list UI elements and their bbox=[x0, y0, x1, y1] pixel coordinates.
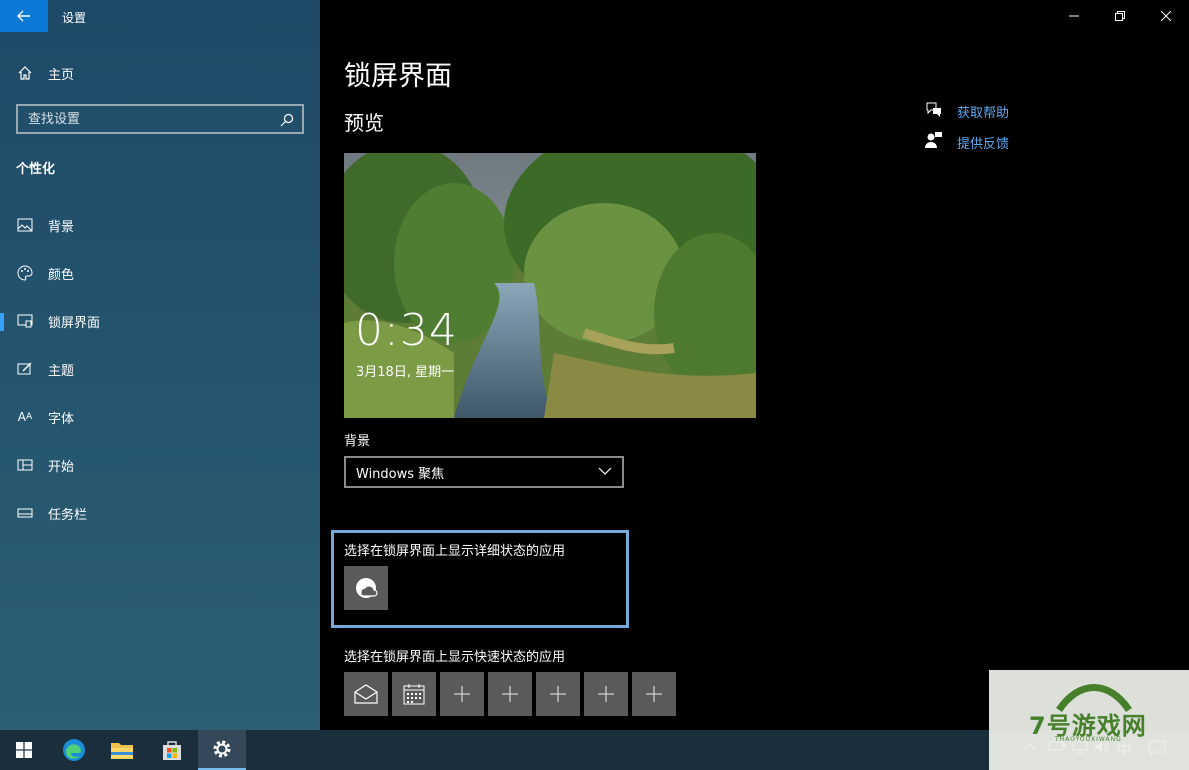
sidebar-item-background[interactable]: 背景 bbox=[0, 207, 320, 243]
app-title: 设置 bbox=[62, 11, 87, 25]
page-title: 锁屏界面 bbox=[344, 61, 452, 92]
calendar-icon bbox=[403, 684, 425, 705]
sidebar-item-themes[interactable]: 主题 bbox=[0, 351, 320, 387]
sidebar: 设置 主页 个性化 背景 颜色 锁屏界面 bbox=[0, 0, 320, 730]
watermark-subtext: THAOYOUXIWANG bbox=[1055, 736, 1122, 743]
close-button[interactable] bbox=[1143, 0, 1189, 32]
selection-indicator bbox=[0, 313, 4, 331]
windows-start-icon bbox=[16, 742, 32, 758]
preview-clock: 0:34 bbox=[355, 305, 458, 356]
minimize-button[interactable] bbox=[1051, 0, 1097, 32]
get-help-link[interactable]: 获取帮助 bbox=[926, 102, 1010, 121]
quick-status-add-button[interactable] bbox=[584, 672, 628, 716]
theme-icon bbox=[16, 360, 34, 378]
detailed-status-app-button[interactable] bbox=[344, 566, 388, 610]
home-icon bbox=[16, 64, 34, 82]
settings-taskbar-button[interactable] bbox=[198, 730, 246, 770]
sidebar-item-label: 背景 bbox=[48, 219, 75, 235]
preview-heading: 预览 bbox=[344, 111, 384, 135]
background-dropdown[interactable]: Windows 聚焦 bbox=[344, 456, 624, 488]
plus-icon bbox=[502, 686, 518, 702]
sidebar-item-start[interactable]: 开始 bbox=[0, 447, 320, 483]
file-explorer-icon bbox=[111, 743, 133, 759]
plus-icon bbox=[646, 686, 662, 702]
quick-status-calendar-button[interactable] bbox=[392, 672, 436, 716]
back-button[interactable] bbox=[0, 0, 48, 32]
sidebar-item-label: 颜色 bbox=[48, 267, 75, 283]
sidebar-item-label: 锁屏界面 bbox=[48, 315, 101, 331]
sidebar-item-colors[interactable]: 颜色 bbox=[0, 255, 320, 291]
sidebar-item-label: 字体 bbox=[48, 411, 75, 427]
restore-button[interactable] bbox=[1097, 0, 1143, 32]
nav-home[interactable]: 主页 bbox=[0, 60, 320, 86]
feedback-label: 提供反馈 bbox=[957, 137, 1010, 152]
start-button[interactable] bbox=[0, 730, 48, 770]
background-label: 背景 bbox=[344, 434, 371, 449]
settings-icon bbox=[213, 740, 231, 758]
nav-home-label: 主页 bbox=[48, 67, 75, 83]
feedback-icon bbox=[925, 131, 943, 153]
sidebar-item-lock-screen[interactable]: 锁屏界面 bbox=[0, 303, 320, 339]
plus-icon bbox=[550, 686, 566, 702]
quick-status-add-button[interactable] bbox=[440, 672, 484, 716]
taskbar-icon bbox=[16, 504, 34, 522]
search-box[interactable] bbox=[16, 104, 304, 134]
file-explorer-taskbar-button[interactable] bbox=[98, 730, 146, 770]
weather-icon bbox=[356, 578, 378, 598]
lock-screen-preview: 0:34 3月18日, 星期一 bbox=[344, 153, 756, 418]
arrow-left-icon bbox=[17, 10, 30, 22]
mail-icon bbox=[354, 684, 378, 704]
site-watermark: 7号游戏网 THAOYOUXIWANG bbox=[989, 670, 1189, 770]
sidebar-item-label: 主题 bbox=[48, 363, 75, 379]
minimize-icon bbox=[1069, 15, 1079, 17]
quick-status-label: 选择在锁屏界面上显示快速状态的应用 bbox=[344, 650, 566, 665]
sidebar-item-label: 任务栏 bbox=[48, 507, 88, 523]
palette-icon bbox=[16, 264, 34, 282]
picture-icon bbox=[16, 216, 34, 234]
plus-icon bbox=[598, 686, 614, 702]
quick-status-add-button[interactable] bbox=[632, 672, 676, 716]
lock-screen-icon bbox=[16, 312, 34, 330]
store-icon bbox=[163, 741, 181, 760]
feedback-link[interactable]: 提供反馈 bbox=[925, 132, 1010, 152]
preview-date: 3月18日, 星期一 bbox=[356, 365, 455, 380]
sidebar-item-taskbar[interactable]: 任务栏 bbox=[0, 495, 320, 531]
store-taskbar-button[interactable] bbox=[148, 730, 196, 770]
background-dropdown-value: Windows 聚焦 bbox=[356, 466, 445, 482]
quick-status-add-button[interactable] bbox=[536, 672, 580, 716]
sidebar-item-label: 开始 bbox=[48, 459, 75, 475]
search-icon[interactable] bbox=[280, 112, 294, 131]
chat-help-icon bbox=[925, 100, 943, 122]
get-help-label: 获取帮助 bbox=[957, 106, 1010, 121]
start-icon bbox=[16, 456, 34, 474]
restore-icon bbox=[1115, 11, 1125, 21]
plus-icon bbox=[454, 686, 470, 702]
quick-status-add-button[interactable] bbox=[488, 672, 532, 716]
main-content: 锁屏界面 预览 0:34 3月18日, 星期一 背景 Windows 聚焦 选择… bbox=[320, 0, 1189, 730]
font-icon: AA bbox=[17, 410, 33, 424]
edge-taskbar-button[interactable] bbox=[50, 730, 98, 770]
sidebar-item-fonts[interactable]: AA 字体 bbox=[0, 399, 320, 435]
edge-icon bbox=[63, 739, 85, 761]
close-icon bbox=[1161, 11, 1171, 21]
chevron-down-icon bbox=[598, 465, 612, 480]
search-input[interactable] bbox=[18, 111, 268, 127]
quick-status-mail-button[interactable] bbox=[344, 672, 388, 716]
detailed-status-label: 选择在锁屏界面上显示详细状态的应用 bbox=[344, 544, 566, 559]
section-title: 个性化 bbox=[16, 162, 56, 177]
